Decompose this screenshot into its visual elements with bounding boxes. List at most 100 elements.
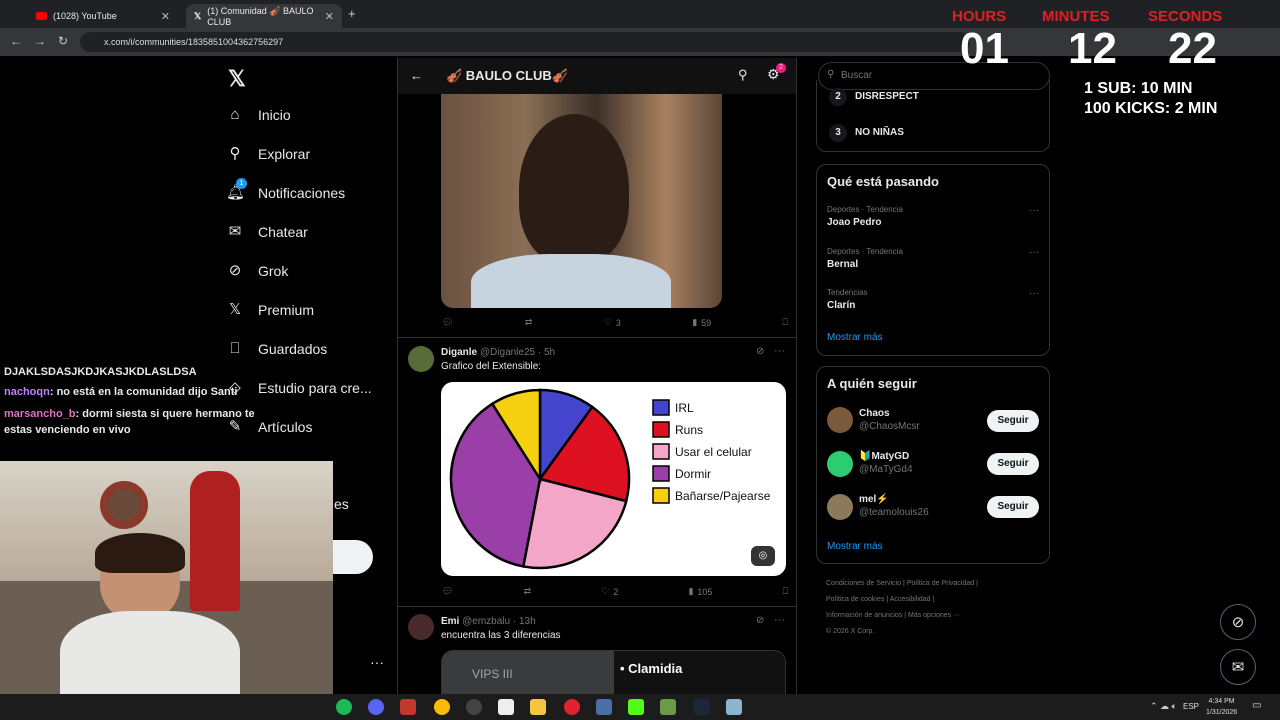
grok-icon[interactable]: ⊘: [756, 346, 764, 357]
post-video-thumbnail[interactable]: [441, 94, 722, 308]
stream-chat-overlay: DJAKLSDASJKDJKASJKDLASLDSA nachoqn: no e…: [0, 362, 270, 462]
messages-fab-icon[interactable]: ✉: [1220, 649, 1256, 685]
nav-guardados[interactable]: ⎕ Guardados: [226, 340, 327, 358]
pie-chart-image[interactable]: IRL Runs Usar el celular Dormir Bañarse/Paje…: [441, 382, 786, 576]
search-icon[interactable]: ⚲: [738, 67, 748, 83]
nav-explorar[interactable]: ⚲ Explorar: [226, 145, 311, 163]
show-more-link[interactable]: Mostrar más: [827, 541, 883, 552]
back-icon[interactable]: ←: [10, 34, 22, 48]
account-more-icon[interactable]: ···: [370, 654, 384, 670]
url-field[interactable]: x.com/i/communities/1835851004362756297: [80, 32, 970, 52]
spotify-icon[interactable]: [336, 699, 352, 715]
follow-user[interactable]: Chaos @ChaosMcsr: [859, 408, 920, 432]
repost-icon[interactable]: ⇄: [524, 586, 532, 597]
follow-button[interactable]: Seguir: [987, 410, 1039, 432]
post-actions: 💬︎ ⇄ ♡ 3 ▮ 59 ⎕: [442, 317, 788, 328]
app-icon[interactable]: [726, 699, 742, 715]
legend-label: Runs: [675, 423, 703, 437]
avatar[interactable]: [408, 614, 434, 640]
close-icon[interactable]: ✕: [325, 10, 334, 23]
footer-link[interactable]: Información de anuncios: [826, 612, 902, 619]
follow-button[interactable]: Seguir: [987, 496, 1039, 518]
chrome-icon[interactable]: [434, 699, 450, 715]
legend-label: IRL: [675, 401, 694, 415]
grok-fab-icon[interactable]: ⊘: [1220, 604, 1256, 640]
language-indicator[interactable]: ESP: [1183, 702, 1199, 711]
legend-swatch: [652, 399, 670, 416]
trend-item[interactable]: Deportes · Tendencia Joao Pedro ···: [827, 205, 1039, 228]
community-title: 🎻 BAULO CLUB🎻: [446, 68, 568, 83]
follow-user[interactable]: 🔰MatyGD @MaTyGd4: [859, 451, 913, 475]
footer-link[interactable]: Más opciones ···: [908, 612, 960, 619]
post-button[interactable]: [333, 540, 373, 574]
avatar[interactable]: [827, 451, 853, 477]
notifications-icon[interactable]: ▭: [1252, 700, 1261, 711]
grok-icon[interactable]: ⊘: [756, 615, 764, 626]
divider: [398, 606, 796, 607]
footer-link[interactable]: Accesibilidad: [890, 596, 931, 603]
kick-icon[interactable]: [628, 699, 644, 715]
repost-icon[interactable]: ⇄: [525, 317, 533, 328]
legend-swatch: [652, 465, 670, 482]
views-button[interactable]: ▮ 59: [692, 317, 711, 328]
nav-inicio[interactable]: ⌂ Inicio: [226, 106, 290, 124]
hours-value: 01: [960, 24, 1009, 73]
trend-item[interactable]: Tendencias Clarín ···: [827, 288, 1039, 311]
grok-image-icon[interactable]: ◎: [751, 546, 775, 566]
back-arrow-icon[interactable]: ←: [410, 68, 423, 83]
forward-icon[interactable]: →: [34, 34, 46, 48]
folder-icon[interactable]: [530, 699, 546, 715]
close-icon[interactable]: ✕: [161, 10, 170, 23]
nav-chatear[interactable]: ✉ Chatear: [226, 223, 308, 241]
post-image[interactable]: VIPS III • Clamidia: [441, 650, 786, 698]
opera-icon[interactable]: [564, 699, 580, 715]
grok-icon: ⊘: [228, 262, 242, 279]
footer-link[interactable]: Condiciones de Servicio: [826, 580, 901, 587]
avatar[interactable]: [827, 407, 853, 433]
app-icon[interactable]: [498, 699, 514, 715]
hours-label: HOURS: [952, 8, 1007, 25]
trend-item[interactable]: Deportes · Tendencia Bernal ···: [827, 247, 1039, 270]
follow-button[interactable]: Seguir: [987, 453, 1039, 475]
image-left-panel: [442, 651, 614, 698]
like-button[interactable]: ♡ 2: [601, 586, 618, 597]
clock[interactable]: 4:34 PM 1/31/2026: [1206, 696, 1237, 718]
community-feed: ← 🎻 BAULO CLUB🎻 ⚲ ⚙ 2 💬︎ ⇄ ♡ 3 ▮ 59 ⎕ Diga…: [397, 58, 797, 698]
discord-icon[interactable]: [368, 699, 384, 715]
bookmark-icon[interactable]: ⎕: [783, 317, 788, 328]
bookmark-icon[interactable]: ⎕: [783, 586, 788, 597]
more-options-icon[interactable]: ···: [1029, 288, 1039, 299]
tab-youtube[interactable]: (1028) YouTube ✕: [28, 4, 178, 28]
tab-x-community[interactable]: 𝕏 (1) Comunidad 🎻 BAULO CLUB ✕: [186, 4, 342, 28]
nav-grok[interactable]: ⊘ Grok: [226, 262, 289, 280]
reload-icon[interactable]: ↻: [58, 34, 68, 48]
more-options-icon[interactable]: ···: [1029, 247, 1039, 258]
app-icon[interactable]: [596, 699, 612, 715]
show-more-link[interactable]: Mostrar más: [827, 332, 883, 343]
obs-icon[interactable]: [466, 699, 482, 715]
like-button[interactable]: ♡ 3: [604, 317, 621, 328]
feed-header: ← 🎻 BAULO CLUB🎻 ⚲ ⚙ 2: [398, 58, 796, 94]
section-title: Qué está pasando: [827, 174, 939, 189]
steam-icon[interactable]: [694, 699, 710, 715]
footer-link[interactable]: Política de Privacidad: [907, 580, 974, 587]
more-options-icon[interactable]: ···: [774, 345, 785, 357]
nav-notificaciones[interactable]: 🔔︎ 1 Notificaciones: [226, 178, 345, 202]
more-options-icon[interactable]: ···: [1029, 205, 1039, 216]
x-logo-icon[interactable]: 𝕏: [228, 66, 246, 92]
heart-icon: ♡: [601, 586, 610, 596]
app-icon[interactable]: [400, 699, 416, 715]
footer-link[interactable]: Política de cookies: [826, 596, 884, 603]
nav-premium[interactable]: 𝕏 Premium: [226, 301, 314, 319]
image-list-item: • Clamidia: [620, 661, 683, 676]
follow-user[interactable]: mel⚡ @teamolouis26: [859, 494, 929, 518]
reply-icon[interactable]: 💬︎: [442, 317, 453, 328]
tray-icons[interactable]: ⌃ ☁ 🔈︎: [1150, 701, 1177, 712]
more-options-icon[interactable]: ···: [774, 614, 785, 626]
avatar[interactable]: [827, 494, 853, 520]
minecraft-icon[interactable]: [660, 699, 676, 715]
views-button[interactable]: ▮ 105: [688, 586, 712, 597]
new-tab-button[interactable]: +: [348, 6, 356, 21]
avatar[interactable]: [408, 346, 434, 372]
reply-icon[interactable]: 💬︎: [442, 586, 453, 597]
